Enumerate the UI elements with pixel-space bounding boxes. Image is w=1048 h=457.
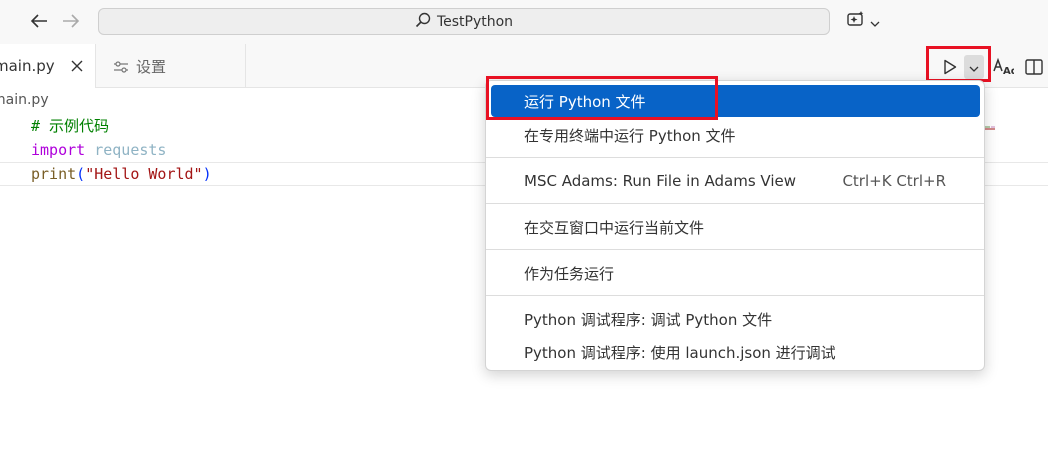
menu-item-label: Python 调试程序: 调试 Python 文件	[524, 310, 773, 329]
command-center-search[interactable]: TestPython	[98, 8, 830, 35]
menu-item-run-in-interactive-window[interactable]: 在交互窗口中运行当前文件	[491, 211, 980, 243]
tab-label: main.py	[0, 57, 55, 75]
menu-item-debug-launch-json[interactable]: Python 调试程序: 使用 launch.json 进行调试	[491, 336, 980, 368]
menu-divider	[486, 203, 984, 204]
code-comment: # 示例代码	[31, 117, 110, 135]
code-string: "Hello World"	[85, 165, 203, 183]
run-python-button[interactable]	[938, 55, 962, 79]
menu-item-label: MSC Adams: Run File in Adams View	[524, 172, 797, 190]
code-keyword: import	[31, 141, 86, 159]
settings-sliders-icon	[114, 59, 128, 77]
menu-divider	[486, 157, 984, 158]
run-dropdown-button[interactable]	[964, 55, 984, 79]
menu-item-debug-python-file[interactable]: Python 调试程序: 调试 Python 文件	[491, 303, 980, 335]
menu-item-label: Python 调试程序: 使用 launch.json 进行调试	[524, 343, 836, 362]
code-function: print	[31, 165, 77, 183]
close-icon[interactable]	[68, 57, 86, 75]
back-arrow-icon[interactable]	[28, 10, 50, 32]
code-paren: (	[76, 165, 86, 183]
tab-settings[interactable]: 设置	[96, 44, 246, 88]
forward-arrow-icon[interactable]	[60, 10, 82, 32]
chevron-down-icon	[870, 13, 880, 32]
menu-item-label: 在专用终端中运行 Python 文件	[524, 126, 736, 145]
search-icon	[415, 12, 431, 32]
code-line-1: # 示例代码	[31, 114, 109, 138]
workspace-name: TestPython	[436, 13, 514, 30]
menu-item-run-as-task[interactable]: 作为任务运行	[491, 257, 980, 289]
split-editor-icon[interactable]	[1022, 55, 1046, 79]
minimap[interactable]	[985, 115, 1001, 130]
breadcrumb[interactable]: main.py	[0, 92, 49, 108]
menu-item-msc-adams-run[interactable]: MSC Adams: Run File in Adams View Ctrl+K…	[491, 165, 980, 197]
translate-icon[interactable]: Ad	[991, 55, 1015, 79]
chevron-down-icon	[969, 58, 979, 77]
menu-divider	[486, 295, 984, 296]
code-paren: )	[202, 165, 212, 183]
menu-divider	[486, 249, 984, 250]
svg-text:Ad: Ad	[1003, 66, 1014, 77]
title-bar: TestPython	[0, 0, 1048, 44]
code-line-2: import requests	[31, 138, 166, 162]
sparkle-chat-icon	[846, 10, 866, 34]
menu-item-highlight	[486, 76, 718, 120]
menu-item-label: 作为任务运行	[524, 264, 615, 283]
copilot-menu-button[interactable]	[846, 10, 880, 34]
menu-item-label: 在交互窗口中运行当前文件	[524, 218, 705, 237]
menu-item-shortcut: Ctrl+K Ctrl+R	[842, 172, 946, 190]
tab-main-py[interactable]: main.py	[0, 44, 96, 88]
menu-item-run-in-dedicated-terminal[interactable]: 在专用终端中运行 Python 文件	[491, 119, 980, 151]
code-module: requests	[94, 141, 167, 159]
tab-label: 设置	[136, 57, 167, 76]
run-options-menu: 运行 Python 文件 在专用终端中运行 Python 文件 MSC Adam…	[485, 80, 985, 371]
code-line-3: print("Hello World")	[31, 162, 212, 186]
